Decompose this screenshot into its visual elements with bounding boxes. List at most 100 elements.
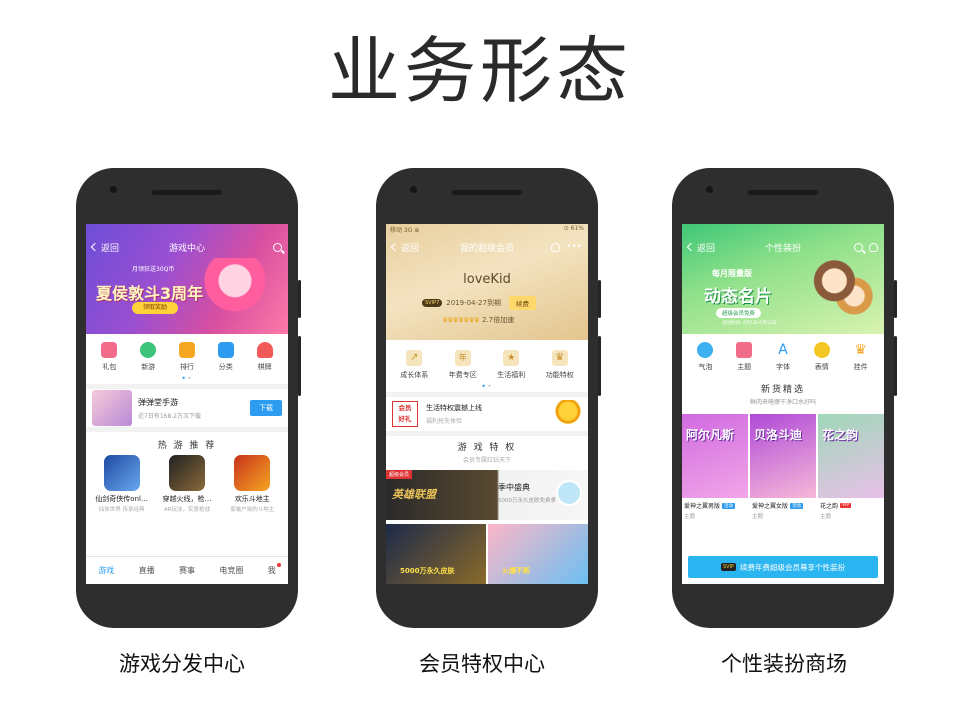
- product-name: 爱神之翼女版: [752, 503, 789, 510]
- trophy-icon: [554, 400, 582, 428]
- svip-badge: SVIP7: [422, 299, 443, 307]
- tab-games[interactable]: 游戏: [98, 565, 114, 576]
- product-tile[interactable]: 阿尔凡斯 爱神之翼男版 活动 主题: [682, 414, 748, 520]
- search-icon[interactable]: [273, 242, 282, 252]
- banner-button[interactable]: 领取奖励: [132, 302, 178, 314]
- phone-game-center: 移动 3G ⊕ ⊙ 61% 月领狂送30Q币 夏侯敦斗3周年 领取奖励 返回 游…: [76, 168, 301, 628]
- promo-title: 弹弹堂手游: [138, 397, 178, 407]
- banner-title: 动态名片: [704, 287, 772, 307]
- section-title: 游 戏 特 权: [457, 443, 517, 453]
- section-sub: 会员专属红钻天下: [462, 457, 511, 464]
- side-button: [598, 280, 601, 318]
- growth-icon: ↗: [406, 350, 423, 366]
- product-kind: 主题: [684, 514, 696, 520]
- renew-vip-button[interactable]: SVIP 续费年费超级会员尊享个性装扮: [688, 556, 878, 578]
- gift-logo: 会员 好礼: [392, 401, 418, 427]
- product-image: 阿尔凡斯: [682, 414, 748, 498]
- nav-bar: 返回 个性装扮: [682, 234, 884, 260]
- icon-font[interactable]: A 字体: [766, 342, 800, 372]
- thumb-card[interactable]: 火爆不断: [488, 524, 588, 584]
- banner-sub: 月领狂送30Q币: [132, 266, 175, 273]
- product-tile[interactable]: 贝洛斗迪 爱神之翼女版 活动 主题: [750, 414, 816, 520]
- icon-category[interactable]: 分类: [209, 342, 243, 372]
- cta-text: 续费年费超级会员尊享个性装扮: [740, 562, 846, 572]
- banner-desc: 5000万永久皮肤免费拿: [498, 498, 556, 504]
- banner-button[interactable]: 超级会员免费: [716, 308, 762, 318]
- game-item[interactable]: 欢乐斗地主 家喻户晓的斗地主: [221, 455, 283, 513]
- promo-card[interactable]: 会员 好礼 生活特权震撼上线 福利抢先体验: [386, 392, 588, 436]
- phone-decoration-mall: 移动 3G ⊕ ⊙ 61% 每月限量版 动态名片 超级会员免费 活动时间: 6月…: [672, 168, 897, 628]
- category-icons: 气泡 主题 A 字体 表情 ♛ 挂件: [682, 334, 884, 374]
- speed-text: 2.7倍加速: [481, 316, 515, 324]
- game-name: 仙剑奇侠传onl…: [95, 495, 148, 503]
- download-button[interactable]: 下载: [250, 400, 282, 416]
- game-item[interactable]: 穿越火线，枪… AR玩法，实景枪战: [156, 455, 218, 513]
- icon-rank[interactable]: 排行: [170, 342, 204, 372]
- game-icon: [234, 455, 271, 491]
- game-name: 穿越火线，枪…: [162, 495, 212, 503]
- annual-icon: 年: [454, 350, 471, 366]
- chevron-left-icon: [686, 242, 696, 252]
- speaker: [748, 190, 818, 195]
- tab-me[interactable]: 我: [268, 563, 281, 576]
- game-icon: [103, 455, 140, 491]
- font-icon: A: [778, 342, 788, 358]
- page-title: 业务形态: [327, 29, 632, 113]
- caption-game-center: 游戏分发中心: [119, 652, 245, 676]
- tab-live[interactable]: 直播: [139, 565, 155, 576]
- section-title: 热 游 推 荐: [157, 441, 217, 451]
- thumb-card[interactable]: 5000万永久皮肤: [386, 524, 486, 584]
- banner-logo: 英雄联盟: [392, 488, 436, 501]
- product-tile[interactable]: 花之韵 花之韵 VIP 主题: [818, 414, 884, 520]
- status-right: ⊙ 61%: [563, 225, 584, 232]
- icon-bubble[interactable]: 气泡: [688, 342, 722, 372]
- expire-row: SVIP7 2019-04-27到期 续费: [422, 296, 536, 310]
- back-button[interactable]: 返回: [390, 241, 419, 254]
- banner-character: [200, 258, 270, 334]
- game-item[interactable]: 仙剑奇侠传onl… 仙侠世界 传承经典: [91, 455, 153, 513]
- section-header: 新货精选 鲜肉来咯擦干净口水好吗: [682, 374, 884, 406]
- phone-member-center: 移动 3G ⊕ ⊙ 61% 返回 我的超级会员 ••• loveKid SVIP…: [376, 168, 601, 628]
- privilege-icons: ↗ 成长体系 年年费专区 ★ 生活福利 ♛ 功能特权: [386, 342, 588, 382]
- icon-emoji[interactable]: 表情: [805, 342, 839, 372]
- search-icon[interactable]: [854, 242, 863, 252]
- game-banner[interactable]: 超级会员 英雄联盟 季中盛典 5000万永久皮肤免费拿: [386, 470, 588, 520]
- banner-characters: [808, 258, 874, 334]
- icon-annual[interactable]: 年年费专区: [439, 350, 487, 380]
- product-kind: 主题: [752, 514, 764, 520]
- user-icon[interactable]: [869, 242, 878, 252]
- renew-button[interactable]: 续费: [508, 296, 536, 310]
- icon-growth[interactable]: ↗ 成长体系: [390, 350, 438, 380]
- icon-pendant[interactable]: ♛ 挂件: [844, 342, 878, 372]
- user-name: loveKid: [463, 272, 511, 287]
- tab-esports[interactable]: 电竞圈: [219, 565, 243, 576]
- front-camera: [410, 186, 417, 193]
- icon-gift[interactable]: 礼包: [92, 342, 126, 372]
- icon-new[interactable]: 新游: [131, 342, 165, 372]
- more-icon[interactable]: •••: [566, 242, 582, 252]
- game-desc: AR玩法，实景枪战: [163, 507, 211, 513]
- front-camera: [706, 186, 713, 193]
- page-dots: ••: [481, 382, 493, 391]
- icon-chess[interactable]: 棋牌: [248, 342, 282, 372]
- nav-bar: 返回 游戏中心: [86, 234, 288, 260]
- icon-life[interactable]: ★ 生活福利: [487, 350, 535, 380]
- back-button[interactable]: 返回: [90, 241, 119, 254]
- caption-decoration-mall: 个性装扮商场: [721, 652, 847, 676]
- game-name: 欢乐斗地主: [234, 495, 270, 503]
- icon-theme[interactable]: 主题: [727, 342, 761, 372]
- speaker: [452, 190, 522, 195]
- product-tag: 活动: [790, 502, 804, 509]
- product-kind: 主题: [820, 514, 832, 520]
- promo-card[interactable]: 弹弹堂手游 近7日有168.2万次下载 下载: [86, 384, 288, 432]
- icon-feature[interactable]: ♛ 功能特权: [536, 350, 584, 380]
- crown-icon: ♛: [551, 350, 568, 366]
- promo-thumbnail: [92, 390, 132, 426]
- crown-icon: ♛: [854, 342, 867, 358]
- tab-events[interactable]: 赛事: [179, 565, 195, 576]
- ribbon-label: 超级会员: [386, 470, 413, 479]
- product-name: 花之韵: [820, 503, 839, 510]
- back-button[interactable]: 返回: [686, 241, 715, 254]
- user-icon[interactable]: [551, 242, 561, 252]
- product-name: 爱神之翼男版: [684, 503, 721, 510]
